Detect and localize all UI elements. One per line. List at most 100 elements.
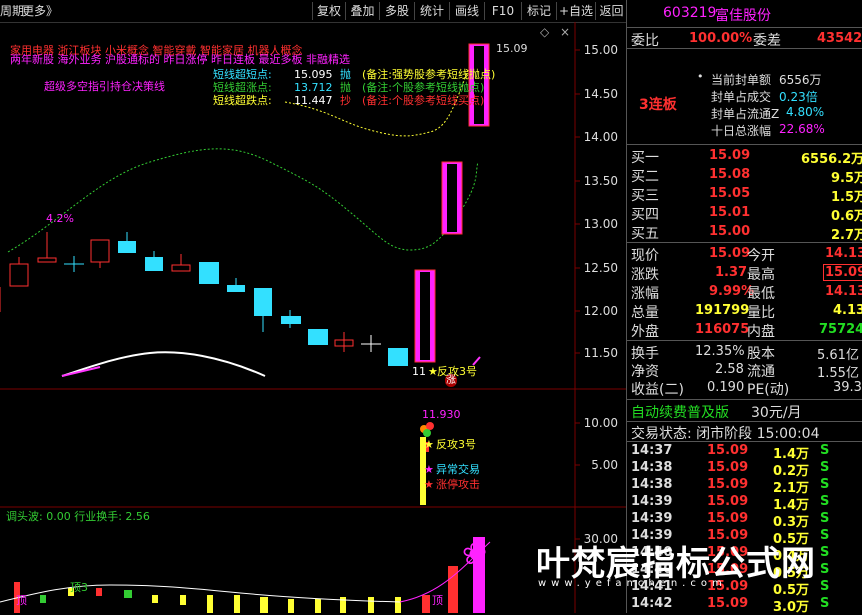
concept-tags-2: 两年新股 海外业务 沪股通标的 昨日涨停 昨日连板 最近多板 非融精选 bbox=[10, 53, 350, 66]
signal-action: 抄 bbox=[340, 94, 351, 107]
tick-p: 15.09 bbox=[707, 494, 749, 509]
quote-label: 总量 bbox=[631, 305, 659, 321]
fin-value: 2.58 bbox=[715, 362, 744, 377]
fin-label: 股本 bbox=[747, 346, 775, 362]
top-mark: 顶 bbox=[16, 594, 27, 607]
tab-statistics[interactable]: 统计 bbox=[414, 2, 449, 20]
chart-toolbar: 周期 更多》 复权 叠加 多股 统计 画线 F10 标记 +自选 返回 bbox=[0, 0, 626, 23]
kline-chart[interactable]: 15.00 14.50 14.00 13.50 13.00 12.50 12.0… bbox=[0, 22, 626, 613]
tick-t: 14:42 bbox=[631, 596, 673, 611]
candle bbox=[254, 288, 272, 316]
fin-value: 0.190 bbox=[707, 380, 745, 395]
tick-p: 15.09 bbox=[707, 477, 749, 492]
tick-t: 14:38 bbox=[631, 460, 673, 475]
tab-fuquan[interactable]: 复权 bbox=[312, 2, 345, 20]
tick-v: 3.0万 bbox=[773, 600, 810, 615]
quote-label: 量比 bbox=[747, 305, 775, 321]
close-icon[interactable]: × bbox=[560, 26, 570, 39]
fin-value: 1.55亿 bbox=[817, 366, 859, 381]
tab-draw-line[interactable]: 画线 bbox=[449, 2, 484, 20]
sub-peak-label: 11.930 bbox=[422, 408, 461, 421]
tab-multi-stock[interactable]: 多股 bbox=[379, 2, 414, 20]
bullet-icon: • bbox=[697, 70, 704, 83]
top-signal-label: 顶3 bbox=[70, 581, 88, 594]
candle bbox=[281, 316, 301, 324]
seal-label: 十日总涨幅 bbox=[711, 124, 772, 138]
quote-label: 最高 bbox=[747, 267, 775, 283]
fin-label: 收益(二) bbox=[631, 382, 684, 398]
price-tick: 14.50 bbox=[583, 87, 618, 101]
stock-name: 富佳股份 bbox=[715, 8, 771, 24]
price-tick: 11.50 bbox=[583, 346, 618, 360]
tab-back[interactable]: 返回 bbox=[595, 2, 627, 20]
candle bbox=[388, 348, 408, 366]
watermark-logo-icon: ❀ bbox=[462, 537, 488, 572]
tick-t: 14:39 bbox=[631, 494, 673, 509]
tab-f10[interactable]: F10 bbox=[484, 2, 521, 20]
signal-action: 抛 bbox=[340, 81, 351, 94]
quote-value: 191799 bbox=[695, 303, 750, 318]
volume-bars bbox=[14, 537, 485, 613]
fin-value: 39.3 bbox=[833, 380, 862, 395]
quote-value: 15.09 bbox=[709, 246, 751, 261]
quote-panel: 603219 富佳股份 委比 100.00% 委差 43542 3连板 • 当前… bbox=[626, 0, 862, 615]
signal-value: 15.095 bbox=[294, 68, 333, 81]
quote-value: 15.09 bbox=[823, 264, 862, 281]
fin-label: 净资 bbox=[631, 364, 659, 380]
candle bbox=[227, 285, 245, 292]
candle bbox=[118, 241, 136, 253]
price-tick: 12.00 bbox=[583, 304, 618, 318]
quote-label: 现价 bbox=[631, 248, 659, 264]
quote-label: 涨幅 bbox=[631, 286, 659, 302]
candle bbox=[171, 264, 191, 272]
tick-s: S bbox=[820, 460, 830, 475]
sub-tag: 异常交易 bbox=[436, 463, 480, 476]
price-tick: 13.50 bbox=[583, 174, 618, 188]
sub-tag: 涨停攻击 bbox=[436, 478, 480, 491]
chart-options-icon[interactable]: ◇ bbox=[540, 26, 549, 39]
weibi-value: 100.00% bbox=[689, 31, 753, 46]
period-menu[interactable]: 周期 bbox=[0, 2, 24, 20]
tick-t: 14:38 bbox=[631, 477, 673, 492]
tick-p: 15.09 bbox=[707, 460, 749, 475]
more-menu[interactable]: 更多》 bbox=[22, 2, 58, 20]
weibi-label: 委比 bbox=[631, 33, 659, 49]
tick-t: 14:39 bbox=[631, 511, 673, 526]
quote-value: 75724 bbox=[819, 322, 862, 337]
tick-s: S bbox=[820, 596, 830, 611]
tab-add-watchlist[interactable]: +自选 bbox=[556, 2, 595, 20]
tick-p: 15.09 bbox=[707, 511, 749, 526]
tab-mark[interactable]: 标记 bbox=[521, 2, 556, 20]
signal-name: 短线超跌点: bbox=[213, 94, 272, 107]
star-icon: ★ bbox=[424, 438, 434, 451]
tab-overlay[interactable]: 叠加 bbox=[345, 2, 379, 20]
signal-note: (备注:强势股参考短线抛点) bbox=[362, 68, 496, 81]
quote-value: 14.13 bbox=[825, 246, 862, 261]
candle bbox=[308, 329, 328, 345]
tick-s: S bbox=[820, 477, 830, 492]
weicha-value: 43542 bbox=[817, 31, 862, 46]
seal-value: 22.68% bbox=[779, 122, 825, 136]
weicha-label: 委差 bbox=[753, 33, 781, 49]
quote-label: 最低 bbox=[747, 286, 775, 302]
price-tick: 12.50 bbox=[583, 261, 618, 275]
middle-band-line bbox=[7, 148, 479, 253]
tick-t: 14:37 bbox=[631, 443, 673, 458]
quote-label: 今开 bbox=[747, 248, 775, 264]
seal-label: 封单占流通Z bbox=[711, 107, 780, 121]
pct-label: 4.2% bbox=[46, 212, 74, 225]
strategy-label: 超级多空指引持仓决策线 bbox=[44, 80, 165, 93]
seal-label: 封单占成交 bbox=[711, 90, 772, 104]
tick-s: S bbox=[820, 443, 830, 458]
seal-value: 4.80% bbox=[786, 105, 825, 119]
tick-s: S bbox=[820, 545, 830, 560]
board-count-label: 3连板 bbox=[639, 97, 677, 113]
candle bbox=[199, 262, 219, 284]
seal-label: 当前封单额 bbox=[711, 73, 772, 87]
sub-tag: 反攻3号 bbox=[436, 438, 476, 451]
quote-value: 116075 bbox=[695, 322, 750, 337]
signal-name: 短线超涨点: bbox=[213, 81, 272, 94]
signal-action: 抛 bbox=[340, 68, 351, 81]
support-curve bbox=[61, 351, 266, 377]
fin-value: 5.61亿 bbox=[817, 348, 859, 363]
